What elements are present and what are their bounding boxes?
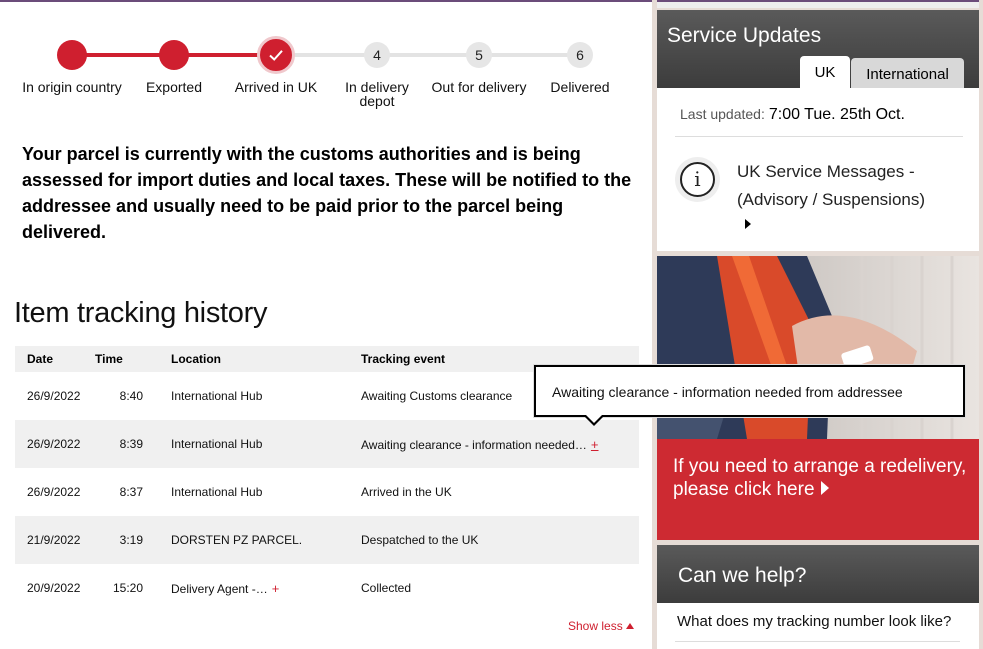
tooltip-arrow-fill [585, 414, 603, 423]
row-location: DORSTEN PZ PARCEL. [159, 516, 349, 564]
table-row: 26/9/2022 8:37 International Hub Arrived… [15, 468, 639, 516]
row-time: 15:20 [112, 581, 143, 595]
row-location: International Hub [171, 485, 263, 499]
tab-uk[interactable]: UK [800, 56, 850, 88]
row-date: 21/9/2022 [15, 516, 95, 564]
row-event: Arrived in the UK [361, 485, 452, 499]
row-location-cell: Delivery Agent -… + [159, 564, 349, 612]
divider [675, 136, 963, 137]
expand-event-plus-icon[interactable]: + [591, 437, 599, 452]
service-updates-title: Service Updates [667, 24, 822, 47]
redelivery-link[interactable]: If you need to arrange a redelivery, ple… [673, 455, 973, 501]
row-time: 3:19 [95, 516, 159, 564]
help-link-tracking-number[interactable]: What does my tracking number look like? [677, 613, 951, 630]
tab-international[interactable]: International [851, 58, 964, 88]
step-label: In origin country [22, 79, 122, 95]
last-updated-value: 7:00 Tue. 25th Oct. [768, 106, 905, 123]
row-date: 20/9/2022 [27, 581, 81, 595]
step-number: 5 [466, 42, 492, 68]
show-less-label: Show less [568, 619, 623, 633]
row-event: Despatched to the UK [349, 516, 639, 564]
info-icon: i [675, 157, 720, 202]
step-complete-dot [159, 40, 189, 70]
row-event: Collected [361, 581, 412, 595]
step-label: Out for delivery [431, 79, 527, 95]
row-location: International Hub [159, 420, 349, 468]
row-date: 26/9/2022 [27, 389, 81, 403]
help-title: Can we help? [678, 564, 807, 587]
event-tooltip: Awaiting clearance - information needed … [534, 365, 965, 417]
progress-line-remaining [276, 53, 580, 57]
divider [675, 641, 960, 642]
show-less-link[interactable]: Show less [568, 619, 634, 633]
step-label: Arrived in UK [234, 79, 318, 95]
status-message: Your parcel is currently with the custom… [22, 144, 632, 242]
step-complete-dot [57, 40, 87, 70]
last-updated-label: Last updated: [680, 106, 765, 122]
row-time: 8:40 [119, 389, 143, 403]
caret-right-icon[interactable] [745, 219, 751, 229]
column-header-location: Location [159, 346, 349, 372]
row-event-cell: Awaiting clearance - information needed…… [349, 420, 639, 468]
tooltip-text: Awaiting clearance - information needed … [552, 384, 903, 400]
table-row: 21/9/2022 3:19 DORSTEN PZ PARCEL. Despat… [15, 516, 639, 564]
table-row: 26/9/2022 8:39 International Hub Awaitin… [15, 420, 639, 468]
sidebar-top-strip [657, 0, 979, 8]
column-header-time: Time [95, 346, 159, 372]
step-label: In delivery depot [345, 79, 409, 109]
last-updated: Last updated: 7:00 Tue. 25th Oct. [680, 106, 905, 124]
history-title: Item tracking history [14, 297, 268, 329]
uk-service-messages-link[interactable]: UK Service Messages - (Advisory / Suspen… [737, 158, 962, 214]
checkmark-icon [257, 36, 295, 74]
row-date: 26/9/2022 [27, 485, 81, 499]
step-number: 4 [364, 42, 390, 68]
step-label: Delivered [550, 79, 610, 95]
row-time: 8:39 [95, 420, 159, 468]
row-date: 26/9/2022 [15, 420, 95, 468]
triangle-up-icon [625, 623, 634, 629]
caret-right-icon [820, 481, 829, 495]
table-row: 20/9/2022 15:20 Delivery Agent -… + Colle… [15, 564, 639, 612]
step-number: 6 [567, 42, 593, 68]
step-label: Exported [145, 79, 203, 95]
expand-location-plus-icon[interactable]: + [272, 581, 280, 596]
column-header-date: Date [15, 346, 95, 372]
row-location: Delivery Agent -… [171, 581, 268, 596]
row-event: Awaiting clearance - information needed… [361, 437, 587, 452]
row-location: International Hub [171, 389, 263, 403]
row-time: 8:37 [119, 485, 143, 499]
